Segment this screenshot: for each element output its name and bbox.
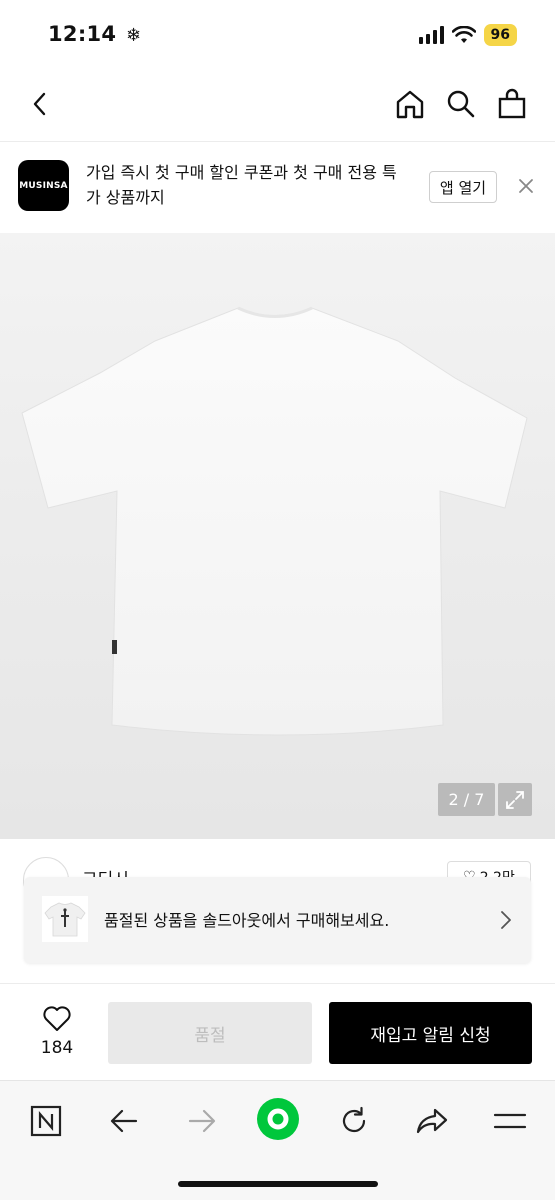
open-app-button[interactable]: 앱 열기	[429, 171, 497, 203]
product-image-carousel[interactable]: 2 / 7	[0, 233, 555, 839]
top-nav-bar	[0, 68, 555, 142]
menu-button[interactable]	[488, 1099, 532, 1143]
hamburger-menu-icon	[493, 1113, 527, 1129]
cart-button[interactable]	[492, 84, 532, 124]
image-counter: 2 / 7	[438, 783, 495, 816]
banner-close-button[interactable]	[514, 174, 538, 202]
home-icon	[396, 90, 424, 119]
heart-icon	[43, 1006, 71, 1031]
green-dot-icon	[257, 1098, 299, 1140]
product-like-count: 184	[40, 1038, 74, 1058]
close-icon	[519, 179, 533, 193]
soldout-toast[interactable]: 품절된 상품을 솔드아웃에서 구매해보세요.	[24, 877, 531, 963]
search-icon	[447, 90, 475, 118]
home-button[interactable]	[390, 84, 430, 124]
tshirt-back-image	[21, 306, 528, 736]
shopping-bag-icon	[498, 88, 526, 119]
home-indicator	[178, 1181, 378, 1187]
search-button[interactable]	[441, 84, 481, 124]
arrow-left-icon	[110, 1109, 138, 1133]
toast-message: 품절된 상품을 솔드아웃에서 구매해보세요.	[104, 911, 390, 930]
naver-home-button[interactable]	[24, 1099, 68, 1143]
image-expand-button[interactable]	[498, 783, 532, 816]
share-button[interactable]	[410, 1099, 454, 1143]
browser-toolbar	[0, 1080, 555, 1200]
purchase-bar: 184 품절 재입고 알림 신청	[0, 983, 555, 1080]
banner-message: 가입 즉시 첫 구매 할인 쿠폰과 첫 구매 전용 특가 상품까지	[86, 163, 397, 207]
status-indicators: 96	[418, 24, 517, 46]
clock: 12:14	[48, 22, 117, 46]
naver-n-icon	[30, 1105, 62, 1137]
green-dot-button[interactable]	[256, 1097, 300, 1141]
chevron-left-icon	[33, 92, 46, 116]
toast-product-thumbnail	[42, 896, 88, 942]
chevron-right-icon	[501, 911, 511, 929]
refresh-button[interactable]	[332, 1099, 376, 1143]
toast-chevron	[499, 909, 513, 935]
wifi-icon	[451, 26, 476, 43]
expand-icon	[506, 790, 524, 809]
musinsa-logo: MUSINSA	[18, 160, 69, 211]
share-arrow-icon	[416, 1108, 448, 1134]
app-install-banner: MUSINSA 가입 즉시 첫 구매 할인 쿠폰과 첫 구매 전용 특가 상품까…	[0, 143, 555, 233]
battery-badge: 96	[483, 24, 517, 46]
browser-back-button[interactable]	[102, 1099, 146, 1143]
product-like-button[interactable]: 184	[24, 1004, 90, 1064]
tshirt-thumbnail-icon	[44, 902, 86, 937]
status-bar: 12:14 ❄ 96	[0, 0, 555, 68]
refresh-icon	[342, 1106, 366, 1133]
snowflake-icon: ❄	[125, 25, 142, 46]
status-time: 12:14 ❄	[48, 22, 141, 46]
soldout-button: 품절	[108, 1002, 312, 1064]
restock-alert-button[interactable]: 재입고 알림 신청	[329, 1002, 532, 1064]
cellular-signal-icon	[418, 26, 444, 44]
arrow-right-icon	[188, 1109, 216, 1133]
back-button[interactable]	[20, 84, 60, 124]
browser-forward-button	[180, 1099, 224, 1143]
